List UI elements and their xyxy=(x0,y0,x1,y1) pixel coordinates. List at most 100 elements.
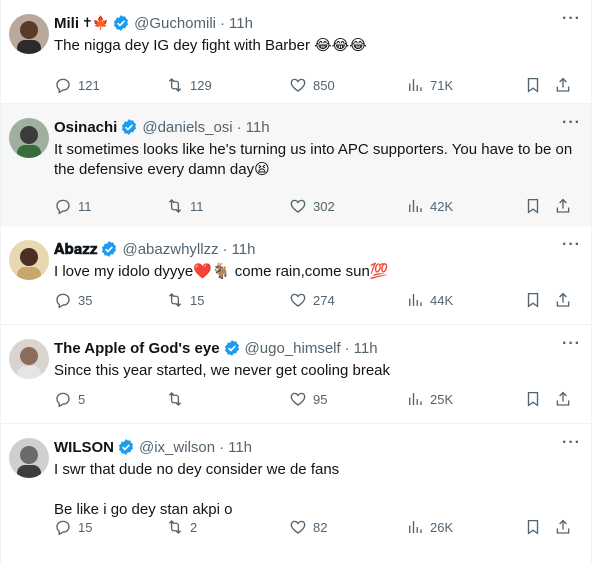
avatar[interactable] xyxy=(9,438,49,478)
bookmark-button[interactable] xyxy=(524,390,542,408)
reply-icon xyxy=(56,293,70,309)
user-handle[interactable]: @Guchomili xyxy=(134,15,216,32)
display-name[interactable]: Mili xyxy=(54,15,79,32)
reply-count: 11 xyxy=(78,198,92,214)
heart-icon xyxy=(290,199,306,213)
views-button[interactable]: 42K xyxy=(406,197,453,215)
bookmark-icon xyxy=(527,391,539,407)
more-icon[interactable]: ··· xyxy=(562,114,581,132)
retweet-button[interactable]: 11 xyxy=(166,197,204,215)
retweet-count: 11 xyxy=(190,198,204,214)
user-handle[interactable]: @ugo_himself xyxy=(245,340,341,357)
bookmark-icon xyxy=(527,198,539,214)
like-button[interactable]: 302 xyxy=(289,197,335,215)
user-handle[interactable]: @abazwhyllzz xyxy=(122,241,218,258)
tweet-text: I love my idolo dyyye❤️🐐 come rain,come … xyxy=(54,263,389,280)
like-button[interactable]: 82 xyxy=(289,518,327,536)
reply-button[interactable]: 11 xyxy=(54,197,92,215)
timeline-feed: Mili ✝🍁 @Guchomili · 11h The nigga dey I… xyxy=(1,0,591,548)
share-button[interactable] xyxy=(554,76,572,94)
timestamp[interactable]: 11h xyxy=(354,340,378,357)
share-button[interactable] xyxy=(554,518,572,536)
verified-badge-icon xyxy=(100,240,118,258)
bookmark-button[interactable] xyxy=(524,518,542,536)
reply-icon xyxy=(56,199,70,215)
retweet-button[interactable] xyxy=(166,390,190,408)
retweet-button[interactable]: 129 xyxy=(166,76,212,94)
verified-badge-icon xyxy=(223,339,241,357)
reply-icon xyxy=(56,520,70,536)
bookmark-button[interactable] xyxy=(524,76,542,94)
tweet-text: I swr that dude no dey consider we de fa… xyxy=(54,461,340,518)
avatar[interactable] xyxy=(9,118,49,158)
timestamp[interactable]: 11h xyxy=(232,241,256,258)
action-bar: 121 129 850 71K xyxy=(54,75,581,95)
tweet[interactable]: 𝐀𝐛𝐚𝐳𝐳 @abazwhyllzz · 11h I love my idolo… xyxy=(1,226,591,325)
avatar[interactable] xyxy=(9,339,49,379)
action-bar: 35 15 274 44K xyxy=(54,290,581,310)
name-emoji: ✝🍁 xyxy=(82,15,110,30)
bookmark-icon xyxy=(527,292,539,308)
views-button[interactable]: 71K xyxy=(406,76,453,94)
views-count: 26K xyxy=(430,519,454,535)
display-name[interactable]: The Apple of God's eye xyxy=(54,340,220,357)
retweet-count: 129 xyxy=(190,77,212,93)
reply-button[interactable]: 121 xyxy=(54,76,100,94)
retweet-icon xyxy=(168,520,182,534)
views-button[interactable]: 26K xyxy=(406,518,453,536)
separator-dot: · xyxy=(219,438,225,456)
views-icon xyxy=(409,294,422,306)
retweet-button[interactable]: 15 xyxy=(166,291,204,309)
like-count: 274 xyxy=(313,292,335,308)
views-button[interactable]: 44K xyxy=(406,291,453,309)
views-button[interactable]: 25K xyxy=(406,390,453,408)
views-count: 25K xyxy=(430,391,454,407)
more-icon[interactable]: ··· xyxy=(562,434,581,452)
user-handle[interactable]: @ix_wilson xyxy=(139,439,215,456)
share-button[interactable] xyxy=(554,390,572,408)
reply-button[interactable]: 35 xyxy=(54,291,92,309)
views-icon xyxy=(409,79,422,91)
share-button[interactable] xyxy=(554,197,572,215)
avatar[interactable] xyxy=(9,240,49,280)
tweet[interactable]: WILSON @ix_wilson · 11h I swr that dude … xyxy=(1,424,591,548)
verified-badge-icon xyxy=(112,14,130,32)
views-icon xyxy=(409,200,422,212)
like-button[interactable]: 274 xyxy=(289,291,335,309)
like-button[interactable]: 95 xyxy=(289,390,327,408)
like-button[interactable]: 850 xyxy=(289,76,335,94)
heart-icon xyxy=(290,293,306,307)
more-icon[interactable]: ··· xyxy=(562,10,581,28)
user-handle[interactable]: @daniels_osi xyxy=(142,119,232,136)
avatar[interactable] xyxy=(9,14,49,54)
verified-badge-icon xyxy=(120,118,138,136)
tweet[interactable]: Osinachi @daniels_osi · 11h It sometimes… xyxy=(1,104,591,226)
like-count: 850 xyxy=(313,77,335,93)
separator-dot: · xyxy=(222,240,228,258)
views-count: 42K xyxy=(430,198,454,214)
share-button[interactable] xyxy=(554,291,572,309)
retweet-button[interactable]: 2 xyxy=(166,518,197,536)
action-bar: 5 95 25K xyxy=(54,389,581,409)
timestamp[interactable]: 11h xyxy=(229,15,253,32)
display-name[interactable]: Osinachi xyxy=(54,119,117,136)
reply-count: 15 xyxy=(78,519,93,535)
timestamp[interactable]: 11h xyxy=(246,119,270,136)
heart-icon xyxy=(290,520,306,534)
reply-button[interactable]: 15 xyxy=(54,518,92,536)
tweet[interactable]: Mili ✝🍁 @Guchomili · 11h The nigga dey I… xyxy=(1,0,591,104)
retweet-count: 2 xyxy=(190,519,198,535)
tweet[interactable]: The Apple of God's eye @ugo_himself · 11… xyxy=(1,325,591,424)
timestamp[interactable]: 11h xyxy=(228,439,252,456)
bookmark-button[interactable] xyxy=(524,197,542,215)
display-name[interactable]: 𝐀𝐛𝐚𝐳𝐳 xyxy=(54,241,97,258)
bookmark-button[interactable] xyxy=(524,291,542,309)
retweet-icon xyxy=(168,293,182,307)
reply-button[interactable]: 5 xyxy=(54,390,85,408)
share-icon xyxy=(556,198,570,213)
more-icon[interactable]: ··· xyxy=(562,335,581,353)
verified-badge-icon xyxy=(117,438,135,456)
display-name[interactable]: WILSON xyxy=(54,439,114,456)
more-icon[interactable]: ··· xyxy=(562,236,581,254)
like-count: 82 xyxy=(313,519,328,535)
